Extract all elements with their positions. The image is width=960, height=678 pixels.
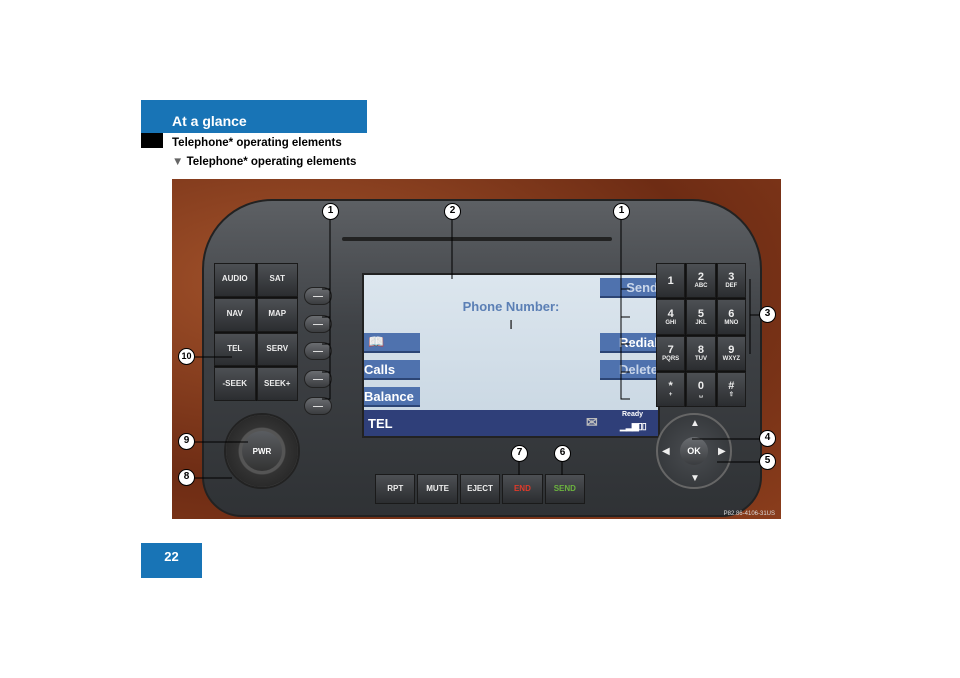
triangle-down-icon: ▼ bbox=[172, 156, 187, 168]
callout-1-left: 1 bbox=[322, 203, 339, 220]
page-title: Telephone* operating elements bbox=[172, 137, 342, 149]
subtitle: ▼ Telephone* operating elements bbox=[172, 156, 356, 168]
callout-2: 2 bbox=[444, 203, 461, 220]
callout-1-right: 1 bbox=[613, 203, 630, 220]
callout-lines bbox=[194, 212, 759, 479]
callout-8: 8 bbox=[178, 469, 195, 486]
section-header: At a glance bbox=[141, 100, 367, 133]
callout-9: 9 bbox=[178, 433, 195, 450]
callout-5: 5 bbox=[759, 453, 776, 470]
subtitle-text: Telephone* operating elements bbox=[186, 156, 357, 168]
page-number: 22 bbox=[141, 543, 202, 578]
callout-3: 3 bbox=[759, 306, 776, 323]
callout-7: 7 bbox=[511, 445, 528, 462]
callout-6: 6 bbox=[554, 445, 571, 462]
callout-10: 10 bbox=[178, 348, 195, 365]
callout-4: 4 bbox=[759, 430, 776, 447]
telephone-unit-figure: AUDIO SAT NAV MAP TEL SERV -SEEK SEEK+ Phone Nu… bbox=[172, 179, 781, 519]
section-marker bbox=[141, 133, 163, 148]
